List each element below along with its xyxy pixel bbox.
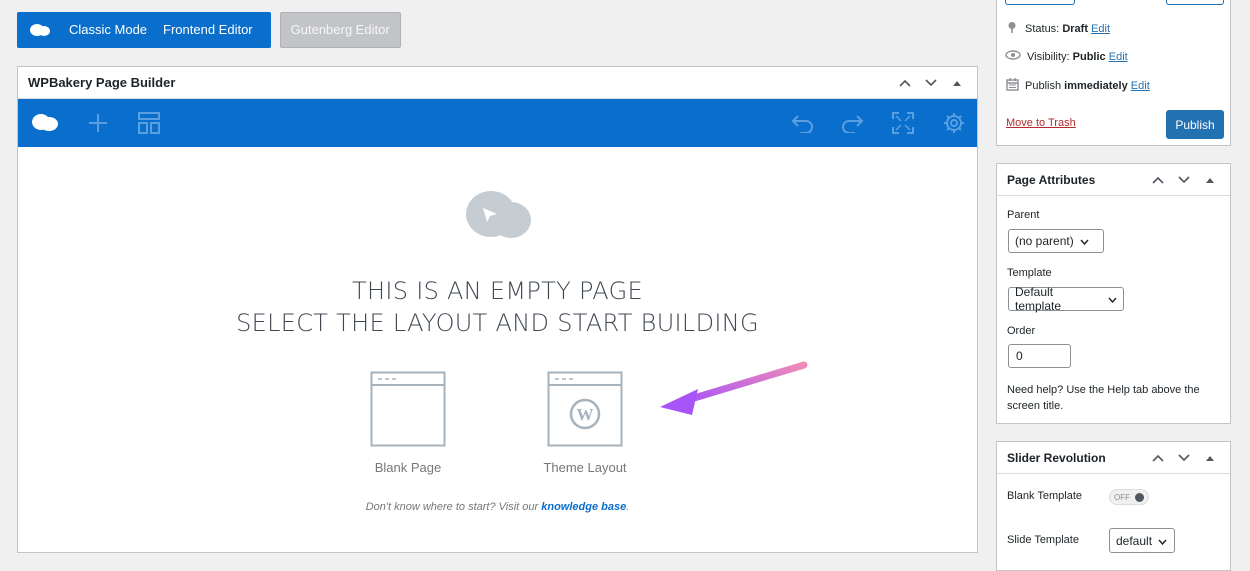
empty-page-heading: THIS IS AN EMPTY PAGE SELECT THE LAYOUT … — [18, 275, 977, 339]
chevron-down-icon — [1108, 292, 1117, 306]
slider-revolution-box: Slider Revolution Blank Template OFF Sli… — [996, 441, 1231, 571]
empty-page-logo-icon — [465, 190, 533, 251]
collapse-icon[interactable] — [1200, 170, 1220, 190]
fullscreen-icon[interactable] — [888, 108, 918, 138]
knowledge-base-link[interactable]: knowledge base — [541, 501, 626, 513]
move-down-icon[interactable] — [1174, 170, 1194, 190]
slide-template-select[interactable]: default — [1109, 528, 1175, 553]
save-draft-button[interactable] — [1005, 0, 1075, 5]
move-up-icon[interactable] — [1148, 448, 1168, 468]
redo-icon[interactable] — [838, 108, 868, 138]
status-value: Draft — [1062, 23, 1088, 35]
calendar-icon — [1006, 78, 1019, 94]
status-row: Status: Draft Edit — [1007, 21, 1110, 37]
publish-date-row: Publish immediately Edit — [1006, 78, 1150, 94]
undo-icon[interactable] — [787, 108, 817, 138]
panel-title: WPBakery Page Builder — [28, 75, 176, 90]
chevron-down-icon — [1158, 534, 1167, 548]
parent-select[interactable]: (no parent) — [1008, 229, 1104, 253]
pointer-arrow-icon — [654, 357, 814, 432]
add-element-icon[interactable] — [83, 108, 113, 138]
visibility-row: Visibility: Public Edit — [1005, 50, 1128, 63]
classic-mode-button[interactable]: Classic Mode — [61, 12, 155, 48]
layout-blank-page[interactable]: Blank Page — [348, 371, 468, 475]
slider-revolution-title: Slider Revolution — [1007, 450, 1106, 465]
blank-template-toggle[interactable]: OFF — [1109, 489, 1149, 505]
move-up-icon[interactable] — [895, 73, 915, 93]
move-down-icon[interactable] — [1174, 448, 1194, 468]
move-down-icon[interactable] — [921, 73, 941, 93]
builder-toolbar — [18, 99, 977, 147]
order-label: Order — [1007, 325, 1036, 337]
chevron-down-icon — [1080, 234, 1089, 248]
template-label: Template — [1007, 267, 1052, 279]
page-attributes-header: Page Attributes — [997, 164, 1230, 196]
frontend-editor-button[interactable]: Frontend Editor — [155, 12, 261, 48]
toggle-knob — [1135, 492, 1144, 502]
slider-revolution-header: Slider Revolution — [997, 442, 1230, 474]
empty-heading-line1: THIS IS AN EMPTY PAGE — [352, 277, 643, 305]
eye-icon — [1005, 50, 1021, 63]
edit-visibility-link[interactable]: Edit — [1109, 51, 1128, 63]
order-input[interactable]: 0 — [1008, 344, 1071, 368]
panel-header: WPBakery Page Builder — [18, 67, 977, 99]
svg-text:W: W — [577, 405, 594, 424]
publish-box: Status: Draft Edit Visibility: Public Ed… — [996, 0, 1231, 146]
empty-heading-line2: SELECT THE LAYOUT AND START BUILDING — [236, 309, 759, 337]
publish-button[interactable]: Publish — [1166, 110, 1224, 139]
collapse-icon[interactable] — [1200, 448, 1220, 468]
page-attributes-help: Need help? Use the Help tab above the sc… — [1007, 384, 1200, 412]
slide-template-label: Slide Template — [1007, 534, 1079, 546]
layout-theme-layout[interactable]: W Theme Layout — [525, 371, 645, 475]
parent-label: Parent — [1007, 209, 1040, 221]
editor-mode-bar: Classic Mode Frontend Editor Gutenberg E… — [17, 12, 401, 48]
blank-template-label: Blank Template — [1007, 490, 1083, 502]
wpbakery-buttons: Classic Mode Frontend Editor — [17, 12, 271, 48]
publish-value: immediately — [1064, 80, 1128, 92]
layout-label: Blank Page — [374, 460, 442, 475]
move-to-trash-link[interactable]: Move to Trash — [1006, 117, 1076, 129]
gutenberg-editor-button[interactable]: Gutenberg Editor — [279, 12, 401, 48]
wpbakery-menu-icon[interactable] — [30, 108, 60, 138]
settings-gear-icon[interactable] — [939, 108, 969, 138]
wpbakery-logo-icon — [29, 22, 55, 38]
wpbakery-panel: WPBakery Page Builder THIS IS AN EMPTY P… — [17, 66, 978, 553]
edit-publish-date-link[interactable]: Edit — [1131, 80, 1150, 92]
page-attributes-title: Page Attributes — [1007, 172, 1096, 187]
layout-label: Theme Layout — [543, 460, 627, 475]
pin-icon — [1007, 21, 1017, 37]
visibility-value: Public — [1072, 50, 1106, 63]
templates-icon[interactable] — [134, 108, 164, 138]
move-up-icon[interactable] — [1148, 170, 1168, 190]
template-select[interactable]: Default template — [1008, 285, 1124, 313]
collapse-icon[interactable] — [947, 73, 967, 93]
preview-button[interactable] — [1166, 0, 1224, 5]
page-attributes-box: Page Attributes Parent (no parent) Templ… — [996, 163, 1231, 424]
edit-status-link[interactable]: Edit — [1091, 23, 1110, 35]
help-text: Don't know where to start? Visit our kno… — [365, 501, 630, 513]
